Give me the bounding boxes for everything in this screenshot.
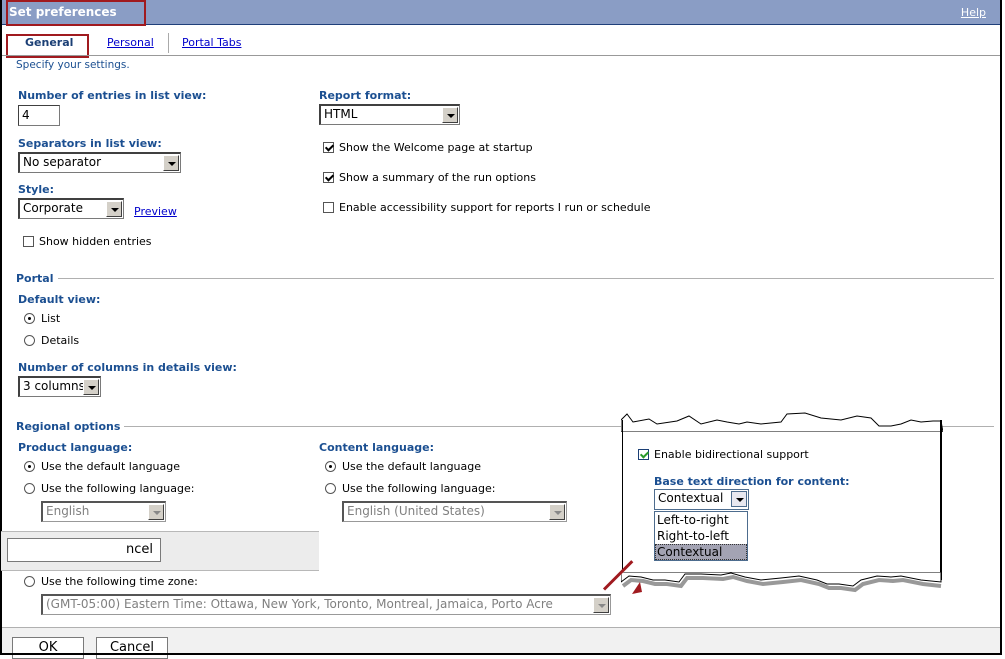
direction-option-rtl[interactable]: Right-to-left [655,528,747,544]
product-language-value: English [46,504,90,518]
welcome-checkbox[interactable] [323,142,334,153]
content-default-label: Use the default language [342,460,482,473]
timezone-following-radio[interactable] [24,576,35,587]
entries-input[interactable]: 4 [18,105,60,126]
callout-cancel-fragment: ncel [126,542,153,557]
direction-option-contextual[interactable]: Contextual [655,544,747,560]
tab-underline [2,55,1000,56]
arrow-head-icon [632,582,642,594]
style-select[interactable]: Corporate [18,198,124,219]
columns-label: Number of columns in details view: [18,361,237,374]
tab-bar: General Personal Portal Tabs [2,33,1000,55]
report-format-value: HTML [324,107,358,121]
page-subtitle: Specify your settings. [16,59,130,71]
regional-section-title: Regional options [16,419,121,433]
tab-personal[interactable]: Personal [107,36,154,49]
chevron-down-icon[interactable] [731,491,747,507]
bidi-checkbox[interactable] [638,449,649,460]
chevron-down-icon[interactable] [148,504,164,520]
product-following-label: Use the following language: [41,482,195,495]
columns-select[interactable]: 3 columns [18,376,101,397]
show-hidden-label: Show hidden entries [39,235,152,248]
columns-value: 3 columns [23,379,85,393]
view-option-details[interactable]: Details [24,334,79,347]
chevron-down-icon[interactable] [163,155,179,171]
default-view-label: Default view: [18,293,101,306]
product-following-radio[interactable] [24,483,35,494]
chevron-down-icon[interactable] [83,379,99,395]
timezone-value: (GMT-05:00) Eastern Time: Ottawa, New Yo… [46,597,553,611]
summary-option[interactable]: Show a summary of the run options [323,171,536,184]
view-list-label: List [41,312,61,325]
accessibility-label: Enable accessibility support for reports… [339,201,651,214]
help-link[interactable]: Help [961,6,986,19]
report-format-label: Report format: [319,89,412,102]
separators-value: No separator [23,155,102,169]
timezone-following-option[interactable]: Use the following time zone: [24,575,198,588]
report-format-select[interactable]: HTML [319,104,460,125]
summary-checkbox[interactable] [323,172,334,183]
preview-link[interactable]: Preview [134,205,177,218]
show-hidden-checkbox[interactable] [23,236,34,247]
product-language-select[interactable]: English [41,501,166,522]
title-highlight-box [6,0,146,26]
content-language-label: Content language: [319,441,434,454]
title-bar: Set preferences Help [2,0,1000,25]
view-details-radio[interactable] [24,335,35,346]
view-option-list[interactable]: List [24,312,60,325]
callout-cancel-button[interactable]: ncel [7,538,161,562]
direction-dropdown-list: Left-to-right Right-to-left Contextual [654,511,748,561]
separators-label: Separators in list view: [18,137,162,150]
section-divider [57,277,994,279]
portal-section-title: Portal [16,271,54,285]
product-following-option[interactable]: Use the following language: [24,482,194,495]
ok-button[interactable]: OK [12,637,84,659]
timezone-following-label: Use the following time zone: [41,575,198,588]
content-following-radio[interactable] [325,483,336,494]
chevron-down-icon[interactable] [593,597,609,613]
cancel-button[interactable]: Cancel [96,637,168,659]
bidi-label: Enable bidirectional support [654,448,809,461]
content-default-radio[interactable] [325,461,336,472]
welcome-option[interactable]: Show the Welcome page at startup [323,141,533,154]
product-default-label: Use the default language [41,460,181,473]
chevron-down-icon[interactable] [106,201,122,217]
timezone-select[interactable]: (GMT-05:00) Eastern Time: Ottawa, New Yo… [41,594,611,615]
base-direction-value: Contextual [658,491,724,505]
welcome-label: Show the Welcome page at startup [339,141,533,154]
chevron-down-icon[interactable] [442,107,458,123]
content-language-select[interactable]: English (United States) [342,501,567,522]
callout-inset: Enable bidirectional support Base text d… [621,412,943,598]
callout-footer-bar: ncel [1,531,319,571]
direction-option-ltr[interactable]: Left-to-right [655,512,747,528]
tab-divider [168,33,169,53]
chevron-down-icon[interactable] [549,504,565,520]
base-direction-label: Base text direction for content: [654,475,850,488]
base-direction-select[interactable]: Contextual [654,489,749,510]
torn-edge-bottom [621,572,942,593]
content-following-label: Use the following language: [342,482,496,495]
product-default-option[interactable]: Use the default language [24,460,180,473]
entries-label: Number of entries in list view: [18,89,207,102]
content-default-option[interactable]: Use the default language [325,460,481,473]
style-label: Style: [18,183,54,196]
accessibility-checkbox[interactable] [323,202,334,213]
product-language-label: Product language: [18,441,133,454]
accessibility-option[interactable]: Enable accessibility support for reports… [323,201,650,214]
summary-label: Show a summary of the run options [339,171,536,184]
tab-portal-tabs[interactable]: Portal Tabs [182,36,241,49]
content-following-option[interactable]: Use the following language: [325,482,495,495]
footer-bar: OK Cancel [2,627,1000,659]
content-language-value: English (United States) [347,504,485,518]
view-list-radio[interactable] [24,313,35,324]
product-default-radio[interactable] [24,461,35,472]
style-value: Corporate [23,201,83,215]
show-hidden-option[interactable]: Show hidden entries [23,235,152,248]
portal-section-header: Portal [16,271,994,285]
bidi-option[interactable]: Enable bidirectional support [638,448,809,461]
separators-select[interactable]: No separator [18,152,181,173]
view-details-label: Details [41,334,80,347]
